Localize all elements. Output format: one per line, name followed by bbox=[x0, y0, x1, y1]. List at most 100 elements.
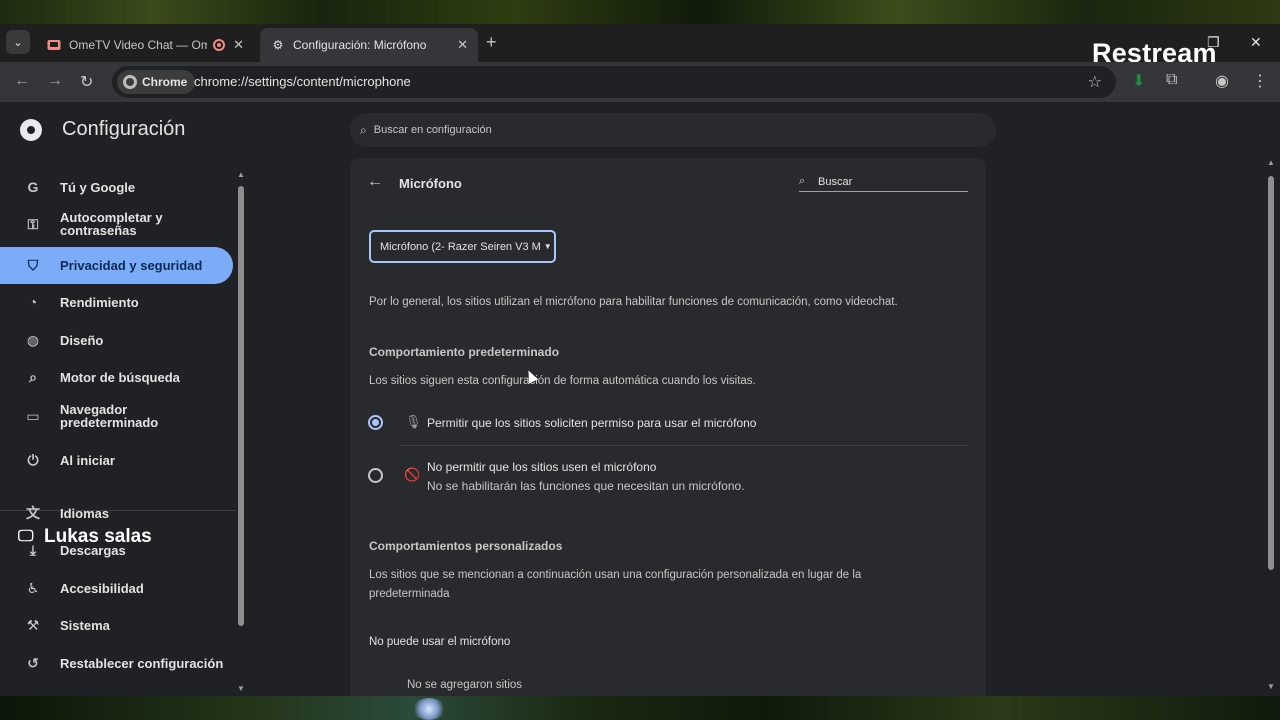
tab-settings-microphone[interactable]: ⚙ Configuración: Micrófono ✕ bbox=[260, 28, 478, 62]
site-search-input[interactable]: ⌕ Buscar bbox=[799, 173, 968, 192]
option-block-label[interactable]: No permitir que los sitios usen el micró… bbox=[427, 460, 656, 474]
recording-indicator-icon bbox=[213, 39, 225, 51]
palette-icon: ◍ bbox=[26, 331, 40, 348]
page-title: Configuración bbox=[62, 118, 186, 140]
browser-toolbar: ← → ↻ Chrome chrome://settings/content/m… bbox=[0, 62, 1280, 102]
back-arrow-icon[interactable]: ← bbox=[14, 72, 30, 90]
sidebar-item-autofill[interactable]: ⚿ Autocompletar y contraseñas bbox=[0, 204, 233, 244]
forward-arrow-icon[interactable]: → bbox=[47, 72, 63, 90]
blocked-sites-empty: No se agregaron sitios bbox=[407, 679, 523, 691]
blocked-sites-heading: No puede usar el micrófono bbox=[369, 636, 511, 648]
power-icon: ⏻ bbox=[27, 451, 39, 468]
sidebar-item-accessibility[interactable]: ♿ Accesibilidad bbox=[0, 573, 233, 603]
search-icon: ⌕ bbox=[360, 122, 367, 137]
sidebar-item-label: Sistema bbox=[60, 617, 110, 633]
sidebar-item-label: Privacidad y seguridad bbox=[60, 258, 203, 273]
scroll-up-arrow-icon[interactable]: ▲ bbox=[237, 170, 245, 179]
chip-label: Chrome bbox=[142, 75, 188, 89]
sidebar-item-appearance[interactable]: ◍ Diseño bbox=[0, 325, 233, 355]
scrollbar-thumb[interactable] bbox=[238, 186, 244, 626]
new-tab-plus-icon[interactable]: + bbox=[486, 32, 497, 53]
close-tab-icon[interactable]: ✕ bbox=[233, 37, 244, 53]
close-tab-icon[interactable]: ✕ bbox=[457, 37, 468, 53]
site-chip[interactable]: Chrome bbox=[117, 70, 196, 94]
back-arrow-icon[interactable]: ← bbox=[367, 173, 383, 191]
tab-ometv[interactable]: OmeTV Video Chat — Ome ✕ bbox=[36, 28, 254, 62]
sidebar-item-label: Navegador predeterminado bbox=[60, 402, 159, 430]
sidebar-item-default-browser[interactable]: ▭ Navegador predeterminado bbox=[0, 396, 233, 436]
search-placeholder: Buscar en configuración bbox=[373, 124, 492, 136]
extension-download-icon[interactable]: ⬇ bbox=[1132, 71, 1145, 91]
option-allow-label[interactable]: Permitir que los sitios soliciten permis… bbox=[427, 416, 756, 430]
streamer-name-overlay: 🖵 Lukas salas bbox=[18, 526, 152, 548]
default-behavior-heading: Comportamiento predeterminado bbox=[369, 345, 560, 359]
search-icon: ⌕ bbox=[29, 368, 37, 385]
extensions-puzzle-icon[interactable]: ⧉ bbox=[1166, 71, 1177, 89]
chrome-logo-icon bbox=[20, 119, 42, 141]
sidebar-item-on-startup[interactable]: ⏻ Al iniciar bbox=[0, 445, 233, 475]
browser-window-icon: ▭ bbox=[26, 407, 40, 424]
sidebar-item-label: Idiomas bbox=[60, 505, 110, 521]
speedometer-icon: ◔ bbox=[28, 294, 38, 310]
background-foliage-top bbox=[0, 0, 1280, 24]
microphone-off-icon: 🚫 bbox=[404, 467, 421, 482]
settings-header: Configuración ⌕ Buscar en configuración bbox=[0, 102, 1280, 158]
sidebar-scrollbar[interactable]: ▲ ▼ bbox=[237, 170, 245, 693]
tab-title: Configuración: Micrófono bbox=[293, 38, 427, 52]
gear-icon: ⚙ bbox=[272, 38, 284, 52]
restore-window-icon[interactable]: ❐ bbox=[1207, 34, 1220, 51]
custom-behavior-description: Los sitios que se mencionan a continuaci… bbox=[369, 569, 862, 581]
key-icon: ⚿ bbox=[27, 215, 39, 232]
chrome-logo-icon bbox=[123, 75, 137, 89]
sidebar-item-search-engine[interactable]: ⌕ Motor de búsqueda bbox=[0, 362, 233, 392]
search-placeholder: Buscar bbox=[818, 176, 853, 188]
profile-avatar-icon[interactable]: ◉ bbox=[1215, 71, 1229, 91]
scroll-down-arrow-icon[interactable]: ▼ bbox=[237, 684, 245, 693]
light-glow bbox=[412, 698, 446, 720]
scroll-down-arrow-icon[interactable]: ▼ bbox=[1267, 682, 1275, 691]
radio-block[interactable] bbox=[368, 468, 383, 483]
microphone-settings-card: ← Micrófono ⌕ Buscar Micrófono (2- Razer… bbox=[350, 158, 986, 696]
address-bar[interactable]: Chrome chrome://settings/content/microph… bbox=[112, 66, 1116, 98]
scrollbar-thumb[interactable] bbox=[1268, 176, 1274, 570]
sidebar-item-languages[interactable]: 文 Idiomas bbox=[0, 498, 233, 528]
sidebar-item-label: Al iniciar bbox=[60, 452, 115, 468]
more-menu-icon[interactable]: ⋮ bbox=[1252, 71, 1268, 91]
default-behavior-description: Los sitios siguen esta configuración de … bbox=[369, 375, 756, 387]
option-block-sublabel: No se habilitarán las funciones que nece… bbox=[427, 479, 745, 493]
sidebar-item-system[interactable]: ⚒ Sistema bbox=[0, 610, 233, 640]
settings-sidebar: G Tú y Google ⚿ Autocompletar y contrase… bbox=[0, 158, 248, 696]
settings-search-input[interactable]: ⌕ Buscar en configuración bbox=[350, 113, 996, 147]
selected-device: Micrófono (2- Razer Seiren V3 M bbox=[380, 240, 541, 253]
accessibility-icon: ♿ bbox=[26, 579, 40, 596]
radio-allow[interactable] bbox=[368, 415, 383, 430]
scroll-up-arrow-icon[interactable]: ▲ bbox=[1267, 158, 1275, 167]
reload-icon[interactable]: ↻ bbox=[80, 72, 93, 92]
url-text: chrome://settings/content/microphone bbox=[194, 74, 411, 89]
microphone-icon: 🎙 bbox=[405, 414, 422, 429]
tab-title: OmeTV Video Chat — Ome bbox=[69, 38, 207, 52]
sidebar-item-label: Accesibilidad bbox=[60, 580, 144, 596]
microphone-device-select[interactable]: Micrófono (2- Razer Seiren V3 M ▼ bbox=[369, 230, 556, 263]
reset-icon: ↺ bbox=[27, 654, 39, 671]
tab-strip: ⌄ OmeTV Video Chat — Ome ✕ ⚙ Configuraci… bbox=[0, 24, 1280, 68]
sidebar-item-label: Autocompletar y contraseñas bbox=[60, 210, 163, 238]
sidebar-item-privacy[interactable]: ⛉ Privacidad y seguridad bbox=[0, 247, 233, 284]
background-foliage-bottom bbox=[0, 696, 1280, 720]
sidebar-item-you-and-google[interactable]: G Tú y Google bbox=[0, 172, 233, 202]
content-scrollbar[interactable]: ▲ ▼ bbox=[1266, 158, 1276, 696]
sidebar-item-performance[interactable]: ◔ Rendimiento bbox=[0, 287, 233, 317]
close-window-icon[interactable]: ✕ bbox=[1250, 34, 1262, 51]
bookmark-star-icon[interactable]: ☆ bbox=[1088, 72, 1102, 92]
sidebar-item-label: Tú y Google bbox=[60, 179, 136, 195]
microphone-description: Por lo general, los sitios utilizan el m… bbox=[369, 296, 898, 308]
streamer-name: Lukas salas bbox=[44, 526, 152, 547]
tab-search-button[interactable]: ⌄ bbox=[6, 30, 30, 54]
google-icon: G bbox=[27, 179, 39, 195]
sidebar-item-reset[interactable]: ↺ Restablecer configuración bbox=[0, 648, 233, 678]
sidebar-item-label: Restablecer configuración bbox=[60, 655, 224, 671]
shield-icon: ⛉ bbox=[27, 257, 39, 273]
sidebar-item-label: Motor de búsqueda bbox=[60, 369, 180, 385]
custom-behavior-heading: Comportamientos personalizados bbox=[369, 539, 563, 553]
option-divider bbox=[400, 445, 968, 446]
